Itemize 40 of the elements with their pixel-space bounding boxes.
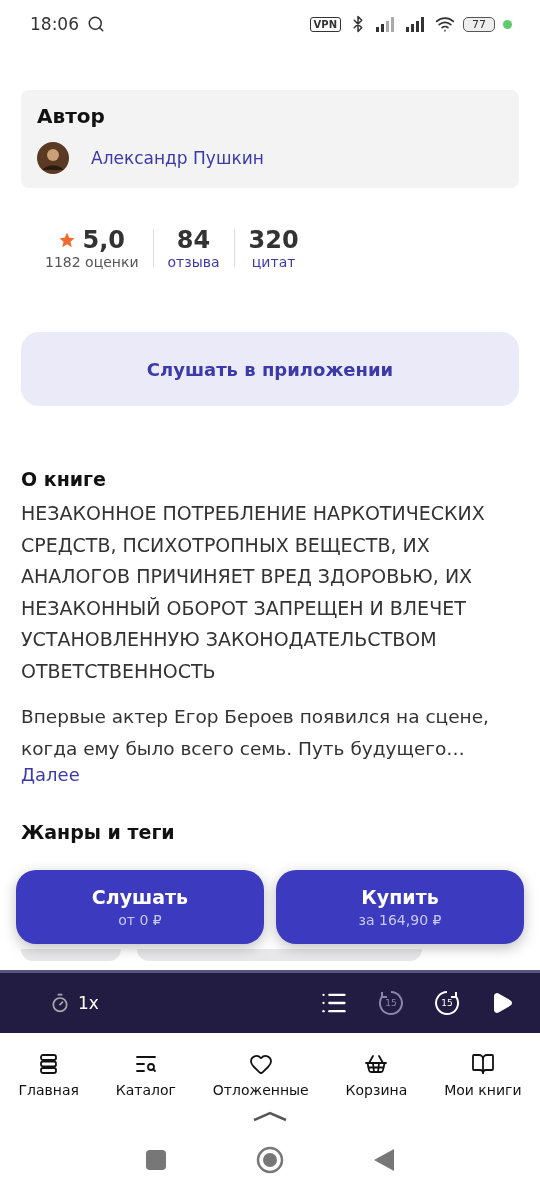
section-title: Жанры и теги bbox=[21, 821, 176, 843]
action-button[interactable]: Слушать от 0 ₽ bbox=[16, 870, 264, 944]
home-icon[interactable] bbox=[256, 1146, 284, 1174]
clock: 18:06 bbox=[30, 14, 79, 34]
stat-value: 320 bbox=[248, 226, 299, 254]
rating-value: 5,0 bbox=[82, 226, 125, 254]
stat-link[interactable]: отзыва bbox=[167, 254, 220, 270]
avatar bbox=[37, 142, 69, 174]
section-title: О книге bbox=[21, 468, 107, 490]
star-icon bbox=[58, 231, 77, 249]
nav-tab[interactable]: Отложенные bbox=[212, 1051, 309, 1098]
stat-link[interactable]: цитат bbox=[251, 254, 296, 270]
speed-button[interactable]: 1x bbox=[50, 993, 99, 1013]
action-button[interactable]: Купить за 164,90 ₽ bbox=[276, 870, 524, 944]
open-book-icon bbox=[470, 1051, 495, 1076]
forward-button[interactable]: 15 bbox=[434, 990, 460, 1016]
signal-icon bbox=[375, 16, 397, 32]
nav-tab[interactable]: Главная bbox=[18, 1051, 79, 1098]
rewind-button[interactable]: 15 bbox=[378, 990, 404, 1016]
wifi-icon bbox=[435, 14, 455, 34]
warning-text: НЕЗАКОННОЕ ПОТРЕБЛЕНИЕ НАРКОТИЧЕСКИХ СРЕДСТВ, ПСИХОТРОПНЫХ ВЕЩЕСТВ, ИХ АНАЛОГОВ ПРИЧИНЯЕТ ВРЕД ЗДОРОВЬЮ, ИХ НЕЗАКОННЫЙ ОБОРОТ ЗАПРЕЩЕН И ВЛЕЧЕТ УСТАНОВЛЕННУЮ ЗАКОНОДАТЕЛЬСТВОМ ОТВЕТСТВЕННОСТЬ bbox=[21, 501, 486, 684]
ratings-count: 1182 оценки bbox=[45, 254, 139, 270]
author-link[interactable]: Александр Пушкин bbox=[91, 148, 264, 168]
nav-tab[interactable]: Каталог bbox=[115, 1051, 176, 1098]
vpn-badge: VPN bbox=[309, 16, 341, 32]
signal-icon bbox=[405, 16, 427, 32]
more-link[interactable]: Далее bbox=[21, 764, 80, 785]
section-title: Автор bbox=[37, 104, 106, 128]
listen-in-app-button[interactable]: Слушать в приложении bbox=[21, 332, 519, 406]
battery-icon: 77 bbox=[463, 16, 495, 32]
search-icon bbox=[87, 15, 105, 33]
back-icon[interactable] bbox=[374, 1149, 394, 1171]
description-text: Впервые актер Егор Бероев появился на сцене, когда ему было всего семь. Путь будущего… bbox=[21, 705, 490, 761]
chevron-up-icon[interactable] bbox=[252, 1110, 288, 1122]
nav-tab[interactable]: Мои книги bbox=[444, 1051, 522, 1098]
stat-value: 84 bbox=[176, 226, 211, 254]
status-dot-icon bbox=[503, 19, 512, 29]
timer-icon bbox=[50, 993, 70, 1013]
recents-icon[interactable] bbox=[146, 1150, 166, 1170]
nav-tab[interactable]: Корзина bbox=[345, 1051, 408, 1098]
